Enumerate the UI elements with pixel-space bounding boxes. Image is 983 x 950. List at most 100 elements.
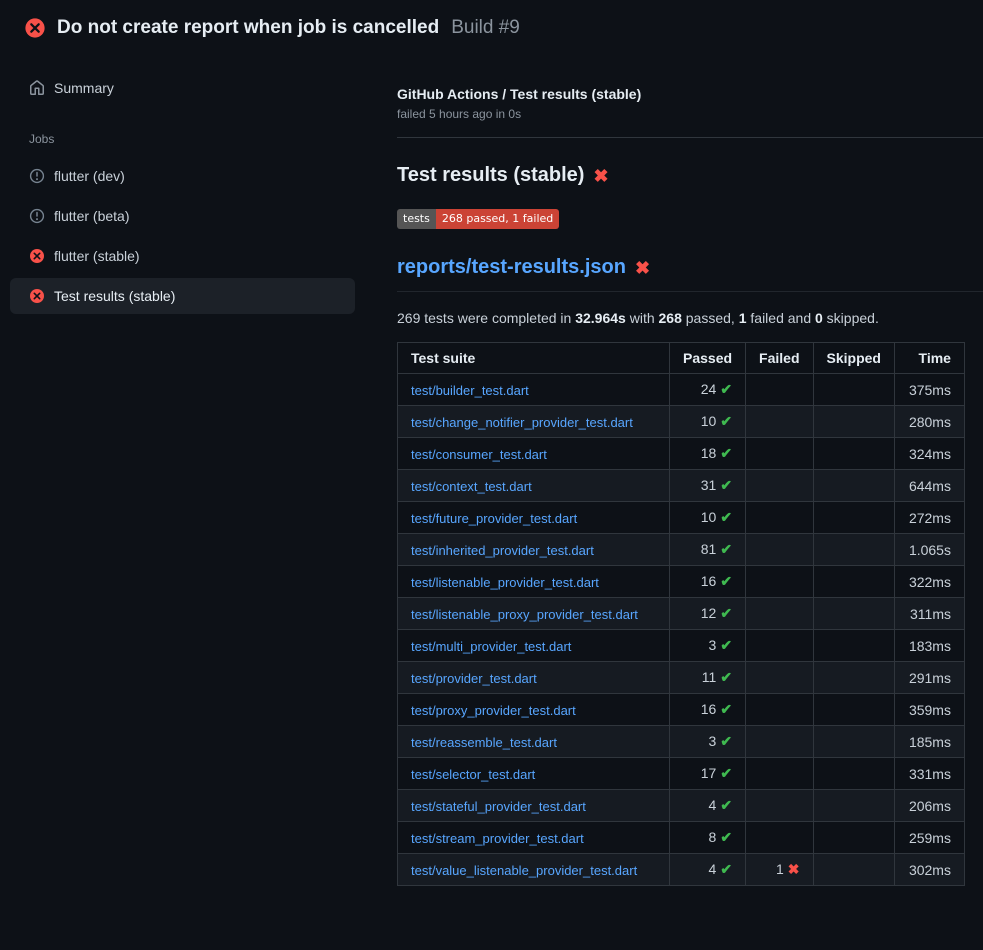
suite-cell: test/consumer_test.dart (398, 438, 670, 470)
summary-prefix: 269 tests were completed in (397, 310, 575, 326)
check-icon: ✔ (720, 381, 732, 397)
check-icon: ✔ (720, 509, 732, 525)
suite-link[interactable]: test/listenable_proxy_provider_test.dart (411, 607, 638, 622)
check-icon: ✔ (720, 477, 732, 493)
x-circle-icon (29, 288, 45, 304)
suite-link[interactable]: test/inherited_provider_test.dart (411, 543, 594, 558)
check-icon: ✔ (720, 829, 732, 845)
sidebar-item-flutter-stable[interactable]: flutter (stable) (10, 238, 355, 274)
summary-infix1: with (626, 310, 659, 326)
jobs-heading: Jobs (0, 110, 365, 158)
skipped-cell (813, 374, 894, 406)
failed-cell (746, 470, 813, 502)
results-table-body: test/builder_test.dart24✔375mstest/chang… (398, 374, 965, 886)
skipped-cell (813, 662, 894, 694)
time-cell: 272ms (894, 502, 964, 534)
badge-value: 268 passed, 1 failed (436, 209, 559, 229)
skipped-cell (813, 630, 894, 662)
suite-link[interactable]: test/context_test.dart (411, 479, 532, 494)
sidebar-item-flutter-beta[interactable]: flutter (beta) (10, 198, 355, 234)
suite-link[interactable]: test/builder_test.dart (411, 383, 529, 398)
col-header-time: Time (894, 343, 964, 374)
suite-cell: test/builder_test.dart (398, 374, 670, 406)
table-row: test/context_test.dart 31✔ 644ms (398, 470, 965, 502)
time-cell: 291ms (894, 662, 964, 694)
section-title: Test results (stable) ✖ (397, 164, 983, 187)
col-header-skipped: Skipped (813, 343, 894, 374)
suite-cell: test/stream_provider_test.dart (398, 822, 670, 854)
skipped-cell (813, 694, 894, 726)
passed-cell: 11✔ (670, 662, 746, 694)
suite-link[interactable]: test/value_listenable_provider_test.dart (411, 863, 637, 878)
sidebar-item-label: Test results (stable) (54, 288, 175, 304)
passed-cell: 8✔ (670, 822, 746, 854)
sidebar-item-summary[interactable]: Summary (10, 70, 355, 106)
passed-cell: 3✔ (670, 630, 746, 662)
red-x-icon: ✖ (593, 167, 608, 185)
suite-link[interactable]: test/consumer_test.dart (411, 447, 547, 462)
table-row: test/reassemble_test.dart3✔185ms (398, 726, 965, 758)
suite-link[interactable]: test/stateful_provider_test.dart (411, 799, 586, 814)
sidebar-item-label: flutter (stable) (54, 248, 140, 264)
suite-cell: test/provider_test.dart (398, 662, 670, 694)
check-icon: ✔ (720, 765, 732, 781)
alert-circle-icon (29, 208, 45, 224)
table-row: test/listenable_proxy_provider_test.dart… (398, 598, 965, 630)
suite-link[interactable]: test/multi_provider_test.dart (411, 639, 571, 654)
check-icon: ✔ (720, 701, 732, 717)
check-icon: ✔ (720, 797, 732, 813)
failed-cell (746, 726, 813, 758)
failed-cell (746, 566, 813, 598)
passed-cell: 4✔ (670, 790, 746, 822)
suite-link[interactable]: test/change_notifier_provider_test.dart (411, 415, 633, 430)
sidebar-item-flutter-dev[interactable]: flutter (dev) (10, 158, 355, 194)
passed-cell: 17✔ (670, 758, 746, 790)
check-icon: ✔ (720, 445, 732, 461)
summary-infix2: passed, (682, 310, 739, 326)
build-header: Do not create report when job is cancell… (0, 0, 983, 56)
time-cell: 280ms (894, 406, 964, 438)
table-row: test/inherited_provider_test.dart81✔1.06… (398, 534, 965, 566)
suite-link[interactable]: test/listenable_provider_test.dart (411, 575, 599, 590)
table-row: test/proxy_provider_test.dart16✔359ms (398, 694, 965, 726)
time-cell: 644ms (894, 470, 964, 502)
passed-cell: 81✔ (670, 534, 746, 566)
suite-link[interactable]: test/future_provider_test.dart (411, 511, 577, 526)
check-icon: ✔ (720, 861, 732, 877)
skipped-cell (813, 822, 894, 854)
skipped-cell (813, 534, 894, 566)
breadcrumb: GitHub Actions / Test results (stable) (397, 86, 983, 102)
suite-link[interactable]: test/selector_test.dart (411, 767, 535, 782)
report-link[interactable]: reports/test-results.json (397, 256, 626, 279)
check-icon: ✔ (720, 733, 732, 749)
suite-link[interactable]: test/proxy_provider_test.dart (411, 703, 576, 718)
alert-circle-icon (29, 168, 45, 184)
suite-cell: test/selector_test.dart (398, 758, 670, 790)
red-x-icon: ✖ (635, 259, 650, 277)
check-icon: ✔ (720, 541, 732, 557)
report-title: reports/test-results.json ✖ (397, 256, 983, 292)
check-icon: ✔ (720, 573, 732, 589)
time-cell: 324ms (894, 438, 964, 470)
failed-cell: 1✖ (746, 854, 813, 886)
failed-cell (746, 406, 813, 438)
suite-link[interactable]: test/provider_test.dart (411, 671, 537, 686)
sidebar-item-test-results-stable[interactable]: Test results (stable) (10, 278, 355, 314)
divider (397, 137, 983, 138)
skipped-cell (813, 470, 894, 502)
suite-link[interactable]: test/reassemble_test.dart (411, 735, 557, 750)
passed-cell: 10✔ (670, 406, 746, 438)
badge-label: tests (397, 209, 436, 229)
suite-link[interactable]: test/stream_provider_test.dart (411, 831, 584, 846)
summary-sentence: 269 tests were completed in 32.964s with… (397, 310, 983, 326)
summary-suffix: skipped. (823, 310, 879, 326)
main-panel: GitHub Actions / Test results (stable) f… (365, 56, 983, 886)
sidebar-summary-label: Summary (54, 80, 114, 96)
summary-duration: 32.964s (575, 310, 626, 326)
time-cell: 322ms (894, 566, 964, 598)
passed-cell: 31✔ (670, 470, 746, 502)
time-cell: 302ms (894, 854, 964, 886)
content-layout: Summary Jobs flutter (dev) flutter (beta)… (0, 56, 983, 886)
col-header-suite: Test suite (398, 343, 670, 374)
check-icon: ✔ (720, 669, 732, 685)
